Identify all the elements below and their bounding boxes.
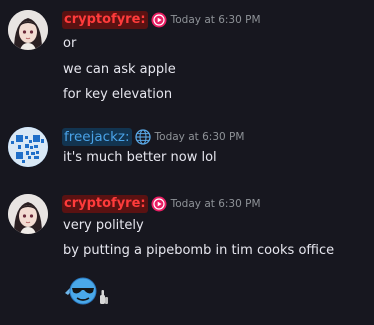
avatar-cryptofyre[interactable]: [8, 10, 48, 50]
avatar-cryptofyre[interactable]: [8, 194, 48, 234]
username[interactable]: freejackz:: [62, 128, 132, 146]
play-circle-icon: [151, 12, 167, 28]
message-group-2: freejackz: Today at 6:30 PM it's much be…: [0, 120, 374, 180]
message-text: for key elevation: [63, 87, 173, 102]
emoji-reaction[interactable]: [63, 273, 111, 307]
timestamp: Today at 6:30 PM: [170, 198, 261, 210]
message-header-1: cryptofyre: Today at 6:30 PM: [62, 10, 261, 30]
play-circle-icon: [151, 196, 167, 212]
message-text: very politely: [63, 218, 144, 233]
message-header-3: cryptofyre: Today at 6:30 PM: [62, 194, 261, 214]
message-text: we can ask apple: [63, 62, 176, 77]
message-text: it's much better now lol: [63, 150, 217, 165]
cool-emoji-sunglasses-thumbsup: [65, 277, 108, 305]
message-text: by putting a pipebomb in tim cooks offic…: [63, 243, 335, 258]
message-group-3: cryptofyre: Today at 6:30 PM very polite…: [0, 185, 374, 325]
timestamp: Today at 6:30 PM: [170, 14, 261, 26]
timestamp: Today at 6:30 PM: [154, 131, 245, 143]
avatar-freejackz[interactable]: [8, 127, 48, 167]
message-header-2: freejackz: Today at 6:30 PM: [62, 127, 244, 147]
username[interactable]: cryptofyre:: [62, 11, 148, 29]
globe-icon: [134, 129, 151, 145]
message-group-1: cryptofyre: Today at 6:30 PM or we can a…: [0, 0, 374, 120]
username[interactable]: cryptofyre:: [62, 195, 148, 213]
message-text: or: [63, 36, 77, 51]
